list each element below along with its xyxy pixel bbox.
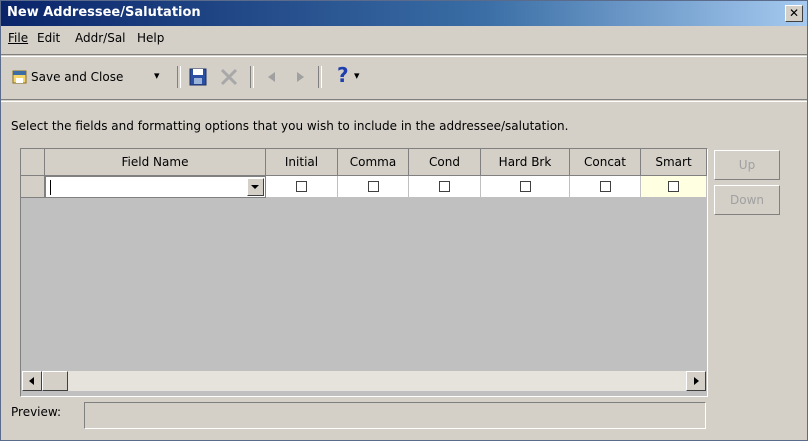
- down-button[interactable]: Down: [714, 185, 780, 215]
- field-name-dropdown[interactable]: [45, 176, 266, 198]
- save-icon[interactable]: [188, 67, 208, 87]
- initial-checkbox[interactable]: [296, 181, 307, 192]
- toolbar: Save and Close ▾ ? ▾: [1, 62, 807, 90]
- help-icon[interactable]: ?: [337, 63, 349, 87]
- smart-checkbox[interactable]: [668, 181, 679, 192]
- hard-brk-checkbox[interactable]: [520, 181, 531, 192]
- cond-cell[interactable]: [409, 176, 481, 198]
- arrow-right-icon: [694, 377, 699, 385]
- column-header-comma[interactable]: Comma: [338, 149, 409, 176]
- column-header-cond[interactable]: Cond: [409, 149, 481, 176]
- save-and-close-label: Save and Close: [31, 70, 124, 84]
- hard-brk-cell[interactable]: [481, 176, 570, 198]
- chevron-down-icon: [251, 185, 259, 189]
- menu-addr-sal[interactable]: Addr/Sal: [75, 31, 126, 45]
- fields-grid[interactable]: Field Name Initial Comma Cond Hard Brk C…: [20, 148, 708, 397]
- column-header-smart[interactable]: Smart: [641, 149, 707, 176]
- up-button[interactable]: Up: [714, 150, 780, 180]
- save-close-dropdown-arrow[interactable]: ▾: [154, 69, 160, 82]
- instructions-text: Select the fields and formatting options…: [11, 119, 569, 133]
- row-selector[interactable]: [21, 176, 45, 198]
- toolbar-separator: [250, 66, 254, 88]
- cond-checkbox[interactable]: [439, 181, 450, 192]
- menu-file[interactable]: File: [8, 31, 28, 45]
- scroll-thumb[interactable]: [42, 371, 68, 391]
- menu-divider: [1, 54, 807, 57]
- toolbar-separator: [318, 66, 322, 88]
- close-button[interactable]: ✕: [785, 5, 803, 22]
- field-name-dropdown-button[interactable]: [247, 178, 264, 196]
- initial-cell[interactable]: [266, 176, 338, 198]
- grid-corner-header: [21, 149, 45, 176]
- toolbar-separator: [177, 66, 181, 88]
- dialog-window: New Addressee/Salutation ✕ File Edit Add…: [0, 0, 808, 441]
- window-title: New Addressee/Salutation: [7, 5, 201, 20]
- preview-field: [84, 402, 706, 429]
- menu-bar: File Edit Addr/Sal Help: [1, 27, 807, 49]
- concat-cell[interactable]: [570, 176, 641, 198]
- title-bar[interactable]: New Addressee/Salutation ✕: [1, 1, 807, 26]
- comma-checkbox[interactable]: [368, 181, 379, 192]
- previous-record-icon[interactable]: [265, 70, 279, 84]
- text-cursor: [50, 180, 51, 195]
- column-header-initial[interactable]: Initial: [266, 149, 338, 176]
- menu-help[interactable]: Help: [137, 31, 164, 45]
- column-header-hard-brk[interactable]: Hard Brk: [481, 149, 570, 176]
- scroll-track[interactable]: [68, 371, 686, 391]
- concat-checkbox[interactable]: [600, 181, 611, 192]
- column-header-field-name[interactable]: Field Name: [45, 149, 266, 176]
- preview-label: Preview:: [11, 405, 62, 419]
- save-close-icon: [12, 70, 27, 84]
- comma-cell[interactable]: [338, 176, 409, 198]
- next-record-icon[interactable]: [293, 70, 307, 84]
- menu-file-label: File: [8, 31, 29, 45]
- menu-edit[interactable]: Edit: [37, 31, 60, 45]
- scroll-right-button[interactable]: [686, 371, 706, 391]
- scroll-left-button[interactable]: [22, 371, 42, 391]
- delete-icon[interactable]: [219, 67, 239, 87]
- horizontal-scrollbar[interactable]: [22, 371, 706, 391]
- toolbar-divider: [1, 99, 807, 102]
- column-header-concat[interactable]: Concat: [570, 149, 641, 176]
- save-and-close-button[interactable]: Save and Close ▾: [9, 66, 167, 88]
- smart-cell[interactable]: [641, 176, 707, 198]
- help-dropdown-arrow[interactable]: ▾: [354, 69, 360, 82]
- arrow-left-icon: [29, 377, 34, 385]
